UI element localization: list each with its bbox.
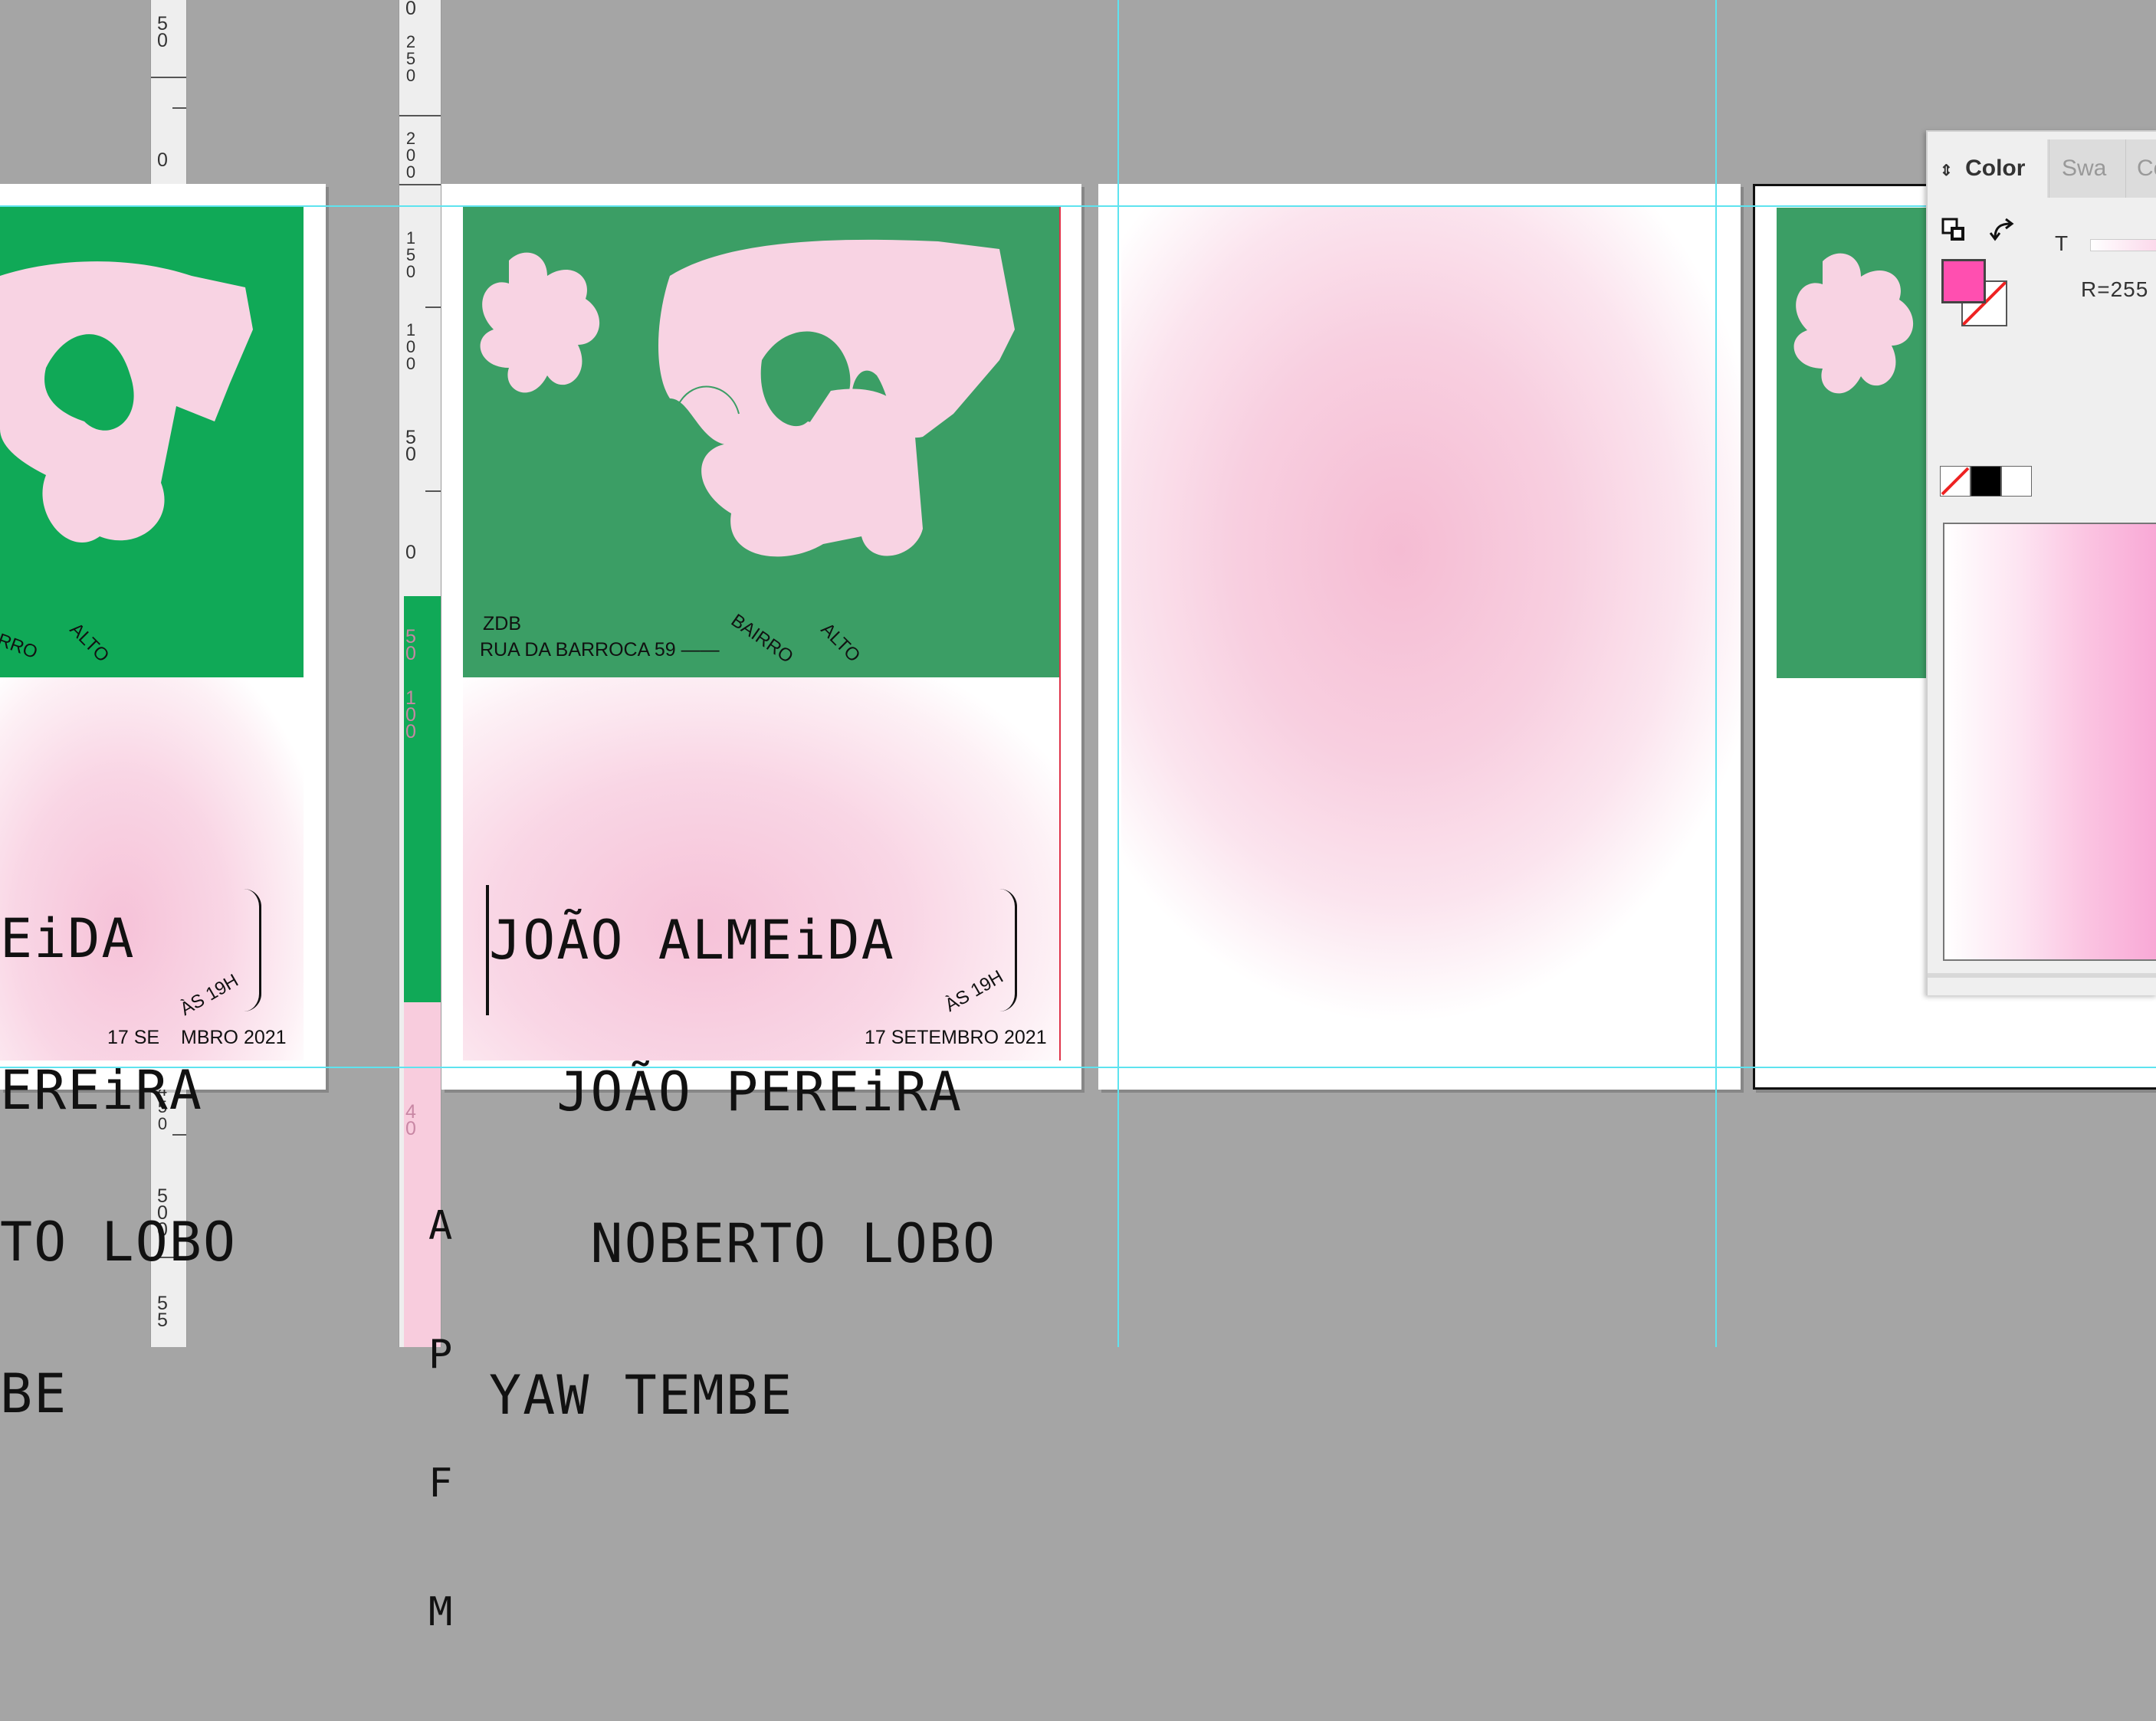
ruler-label: 40 <box>405 1101 416 1139</box>
ruler-label: 0 <box>157 149 168 171</box>
guide-horizontal[interactable] <box>0 1067 2156 1068</box>
ruler-tick <box>399 115 441 116</box>
ruler-tick <box>151 77 186 78</box>
tab-color[interactable]: ⇕ Color <box>1928 139 2047 198</box>
tab-label: Color <box>1965 156 2026 181</box>
color-panel[interactable]: ⇕ Color Swa Co T R=255 <box>1926 130 2156 995</box>
panel-tab-bar: ⇕ Color Swa Co <box>1928 139 2156 198</box>
fill-swatch[interactable] <box>1941 259 1986 303</box>
tint-slider[interactable] <box>2090 239 2156 251</box>
artist-name: JOÃO PEREiRA <box>489 1060 963 1123</box>
artist-names: JOÃO ALMEiDA JOÃO PEREiRA NOBERTO LOBO Y… <box>489 814 996 1522</box>
white-swatch[interactable] <box>2001 466 2032 497</box>
ruler-label: 100 <box>405 687 416 742</box>
guide-vertical[interactable] <box>1715 0 1717 1347</box>
ruler-label: 0 <box>405 542 416 563</box>
flower-shape-illustration <box>0 261 253 543</box>
ruler-label: 50 <box>405 427 416 465</box>
ruler-label: 100 <box>405 320 416 373</box>
ruler-tick <box>425 307 441 308</box>
page-poster-main[interactable]: ZDB RUA DA BARROCA 59 —— BAIRRO ALTO JOÃ… <box>441 184 1081 1422</box>
flower-shape-illustration <box>480 239 1015 557</box>
artist-name: TO LOBO <box>0 1211 238 1274</box>
ruler-label: 200 <box>405 129 416 182</box>
frame-edge-red <box>1059 207 1061 1060</box>
address-label: RUA DA BARROCA 59 —— <box>480 639 720 661</box>
black-swatch[interactable] <box>1971 466 2001 497</box>
swap-fill-stroke-icon[interactable] <box>1989 218 2017 245</box>
artist-name: EREiRA <box>0 1059 203 1122</box>
ruler-label: 150 <box>405 228 416 281</box>
tint-label: T <box>2055 231 2069 255</box>
artist-names: EiDA EREiRA TO LOBO BE <box>0 812 237 1520</box>
bracket-line-right <box>999 889 1017 1011</box>
tab-label: Co <box>2137 156 2156 181</box>
default-fill-stroke-icon[interactable] <box>1941 218 1966 242</box>
artist-name: EiDA <box>0 907 136 970</box>
panel-bottom-bar <box>1928 973 2156 978</box>
ruler-tick <box>399 184 441 185</box>
bracket-line-left <box>486 885 489 1015</box>
ruler-label: 0 <box>405 0 416 19</box>
ruler-tick <box>425 490 441 492</box>
event-date-left: 17 SE <box>107 1027 160 1048</box>
guide-horizontal[interactable] <box>0 205 2156 207</box>
overflow-letter: M <box>428 1589 454 1635</box>
ruler-label: 250 <box>405 32 416 85</box>
tab-color-guide[interactable]: Co <box>2125 139 2156 198</box>
tab-swatches[interactable]: Swa <box>2049 139 2123 198</box>
artist-name: JOÃO ALMEiDA <box>489 909 895 972</box>
pink-gradient-shape <box>1121 207 1741 1065</box>
bracket-line <box>244 889 261 1011</box>
color-spectrum-ramp[interactable] <box>1943 523 2156 961</box>
page-gradient[interactable] <box>1098 184 1741 1090</box>
artist-name: NOBERTO LOBO <box>489 1212 997 1275</box>
ruler-label: 50 <box>405 626 416 664</box>
artist-name: YAW TEMBE <box>489 1364 794 1427</box>
collapse-arrows-icon[interactable]: ⇕ <box>1940 162 1953 179</box>
tab-label: Swa <box>2062 156 2107 181</box>
page-spread-left[interactable]: RRO ALTO EiDA EREiRA TO LOBO BE ÀS 19H 1… <box>0 184 326 1421</box>
guide-vertical[interactable] <box>1117 0 1119 1347</box>
none-swatch[interactable] <box>1940 466 1971 497</box>
artist-name: BE <box>0 1362 68 1425</box>
none-slash-icon <box>1941 467 1970 496</box>
event-date-right: MBRO 2021 <box>181 1027 287 1048</box>
vertical-ruler-middle[interactable]: 0 250 200 150 100 50 0 50 100 40 A P F M <box>399 0 452 1634</box>
ruler-label: 50 <box>157 13 168 51</box>
rgb-readout: R=255 <box>2081 277 2149 301</box>
event-date: 17 SETEMBRO 2021 <box>865 1027 1047 1048</box>
ruler-tick <box>172 107 186 109</box>
venue-label: ZDB <box>483 613 521 634</box>
